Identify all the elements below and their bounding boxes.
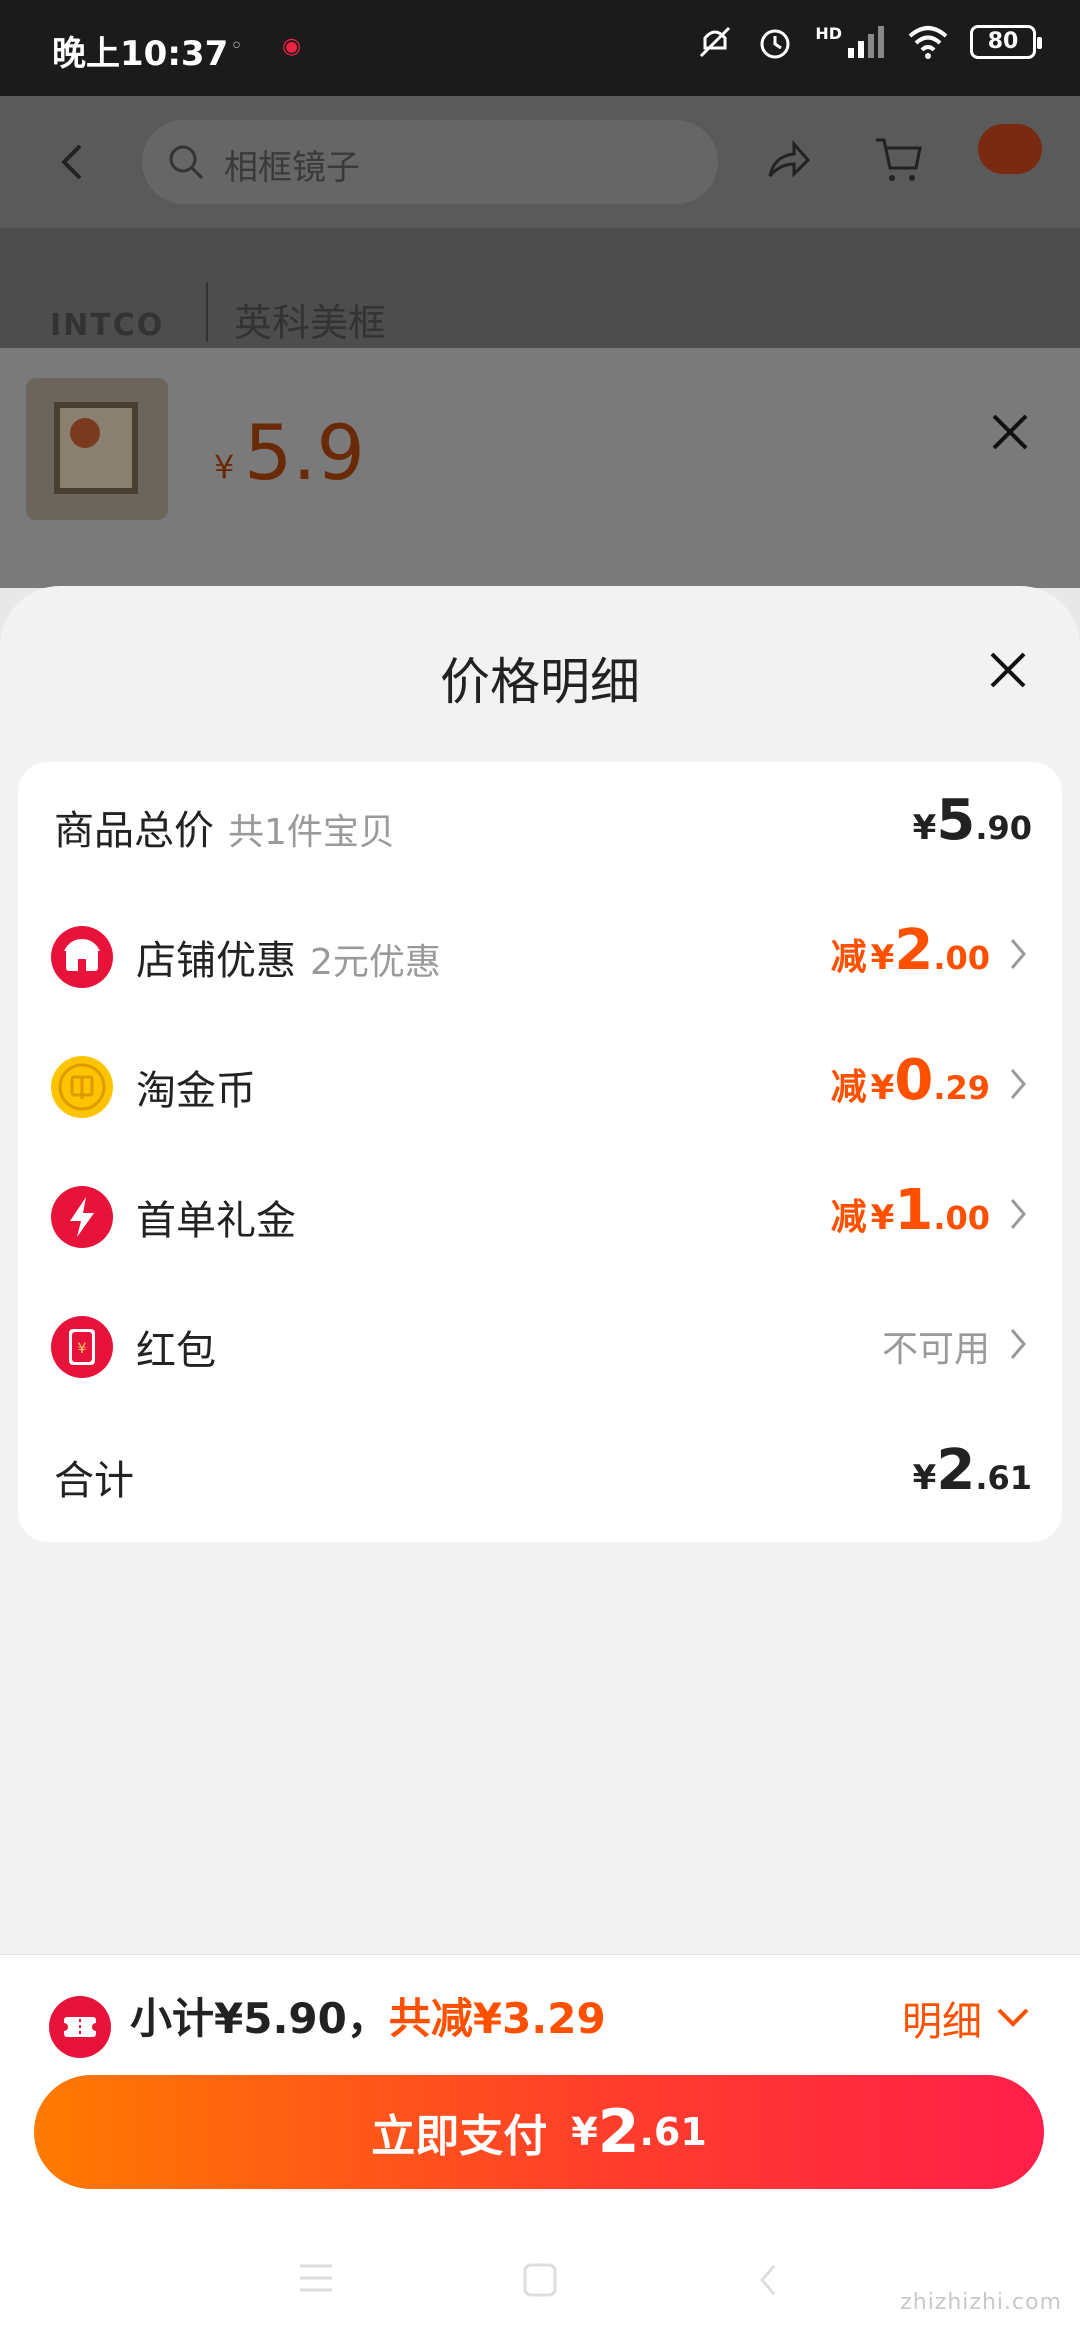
status-time: 晚上10:37 (52, 34, 229, 74)
row-sub: 共1件宝贝 (228, 812, 395, 853)
back-arrow-icon[interactable] (56, 140, 92, 184)
row-coin-discount[interactable]: 淘金币 减 ¥ 0 .29 (18, 1022, 1062, 1152)
discount-label: 共减¥3.29 (388, 1994, 606, 2043)
system-nav-bar (0, 2218, 1080, 2340)
currency-symbol: ¥ (870, 1198, 895, 1238)
detail-label: 明细 (902, 1999, 982, 2045)
pay-currency: ¥ (571, 2110, 598, 2154)
share-icon[interactable] (764, 136, 812, 184)
coin-icon (51, 1056, 113, 1118)
alarm-icon (760, 29, 790, 59)
frame-art (70, 418, 100, 448)
row-value: 减 ¥ 0 .29 (831, 1048, 990, 1113)
mute-icon (700, 26, 731, 58)
close-icon[interactable] (988, 650, 1028, 690)
frame-image (54, 402, 138, 494)
value-decimal: .00 (933, 939, 990, 977)
minus-label: 减 (830, 1197, 867, 1238)
chevron-down-icon (997, 2008, 1029, 2027)
battery-indicator: 80 (970, 25, 1042, 59)
product-thumbnail (26, 378, 168, 520)
row-value: ¥ 5 .90 (913, 788, 1032, 853)
row-first-order-gift[interactable]: 首单礼金 减 ¥ 1 .00 (18, 1152, 1062, 1282)
price-detail-card: 商品总价 共1件宝贝 ¥ 5 .90 店铺优惠 2元优惠 减 ¥ 2 .00 淘金币 (18, 762, 1062, 1542)
brand-name: 英科美框 (234, 301, 387, 345)
status-bar: 晚上10:37 ◦ ◉ HD 80 (0, 0, 1080, 96)
brand-banner: INTCO 英科美框 (0, 228, 1080, 348)
row-label: 店铺优惠 2元优惠 (136, 938, 441, 984)
svg-text:¥: ¥ (78, 1341, 87, 1357)
store-icon (51, 926, 113, 988)
minus-label: 减 (830, 1067, 867, 1108)
hd-label: HD (815, 23, 842, 43)
value-integer: 2 (894, 918, 934, 983)
search-input[interactable]: 相框镜子 (142, 120, 718, 204)
subtotal-text: 小计¥5.90，共减¥3.29 (130, 1985, 606, 2046)
detail-toggle[interactable]: 明细 (902, 1989, 1030, 2047)
row-store-discount[interactable]: 店铺优惠 2元优惠 减 ¥ 2 .00 (18, 892, 1062, 1022)
chevron-right-icon (1010, 1069, 1026, 1099)
back-icon[interactable] (756, 2262, 780, 2298)
row-total-price: 商品总价 共1件宝贝 ¥ 5 .90 (18, 762, 1062, 892)
value-decimal: .90 (975, 809, 1032, 847)
sheet-title: 价格明细 (440, 653, 640, 711)
unavailable-label: 不可用 (881, 1329, 990, 1370)
search-placeholder: 相框镜子 (224, 148, 360, 188)
pay-decimal: .61 (639, 2110, 707, 2154)
product-price: 5.9 (244, 408, 365, 497)
row-value: 减 ¥ 1 .00 (831, 1178, 990, 1243)
row-label: 淘金币 (136, 1068, 256, 1114)
notification-dot-icon: ◦ (230, 34, 243, 59)
row-value: 减 ¥ 2 .00 (831, 918, 990, 983)
pay-integer: 2 (597, 2097, 640, 2167)
row-label: 商品总价 共1件宝贝 (54, 808, 395, 854)
product-top-nav: 相框镜子 (0, 96, 1080, 228)
close-icon[interactable] (990, 412, 1030, 452)
message-icon[interactable] (978, 124, 1042, 174)
brand-divider (206, 282, 208, 342)
value-decimal: .00 (933, 1199, 990, 1237)
search-icon (169, 145, 204, 180)
minus-label: 减 (830, 937, 867, 978)
row-label: 首单礼金 (136, 1198, 296, 1244)
wifi-icon (908, 26, 948, 59)
signal-icon (848, 26, 884, 58)
pay-label: 立即支付 (371, 2111, 548, 2162)
watermark: zhizhizhi.com (900, 2290, 1062, 2315)
currency-symbol: ¥ (870, 938, 895, 978)
brand-logo: INTCO (50, 308, 165, 343)
currency-symbol: ¥ (912, 1458, 937, 1498)
value-integer: 5 (936, 788, 976, 853)
row-grand-total: 合计 ¥ 2 .61 (18, 1412, 1062, 1542)
chevron-right-icon (1010, 1329, 1026, 1359)
product-currency: ¥ (214, 448, 235, 486)
row-label: 合计 (54, 1458, 134, 1504)
row-label: 红包 (136, 1328, 216, 1374)
home-icon[interactable] (522, 2262, 558, 2298)
red-packet-icon: ¥ (51, 1316, 113, 1378)
lightning-icon (51, 1186, 113, 1248)
chevron-right-icon (1010, 939, 1026, 969)
value-decimal: .29 (933, 1069, 990, 1107)
value-integer: 1 (894, 1178, 934, 1243)
value-decimal: .61 (975, 1459, 1032, 1497)
row-sub: 2元优惠 (310, 942, 441, 983)
chevron-right-icon (1010, 1199, 1026, 1229)
coupon-icon (49, 1996, 111, 2058)
pay-now-button[interactable]: 立即支付 ¥ 2 .61 (34, 2075, 1044, 2189)
subtotal-label: 小计¥5.90， (130, 1994, 389, 2043)
cart-icon[interactable] (874, 136, 924, 184)
app-notification-icon: ◉ (282, 34, 302, 59)
menu-icon[interactable] (298, 2262, 334, 2294)
value-integer: 0 (894, 1048, 934, 1113)
currency-symbol: ¥ (912, 808, 937, 848)
row-red-packet[interactable]: ¥ 红包 不可用 (18, 1282, 1062, 1412)
row-value: ¥ 2 .61 (913, 1438, 1032, 1503)
row-value: 不可用 (882, 1320, 990, 1372)
status-icons: HD 80 (695, 22, 1042, 62)
product-summary: ¥ 5.9 (0, 348, 1080, 588)
currency-symbol: ¥ (870, 1068, 895, 1108)
value-integer: 2 (936, 1438, 976, 1503)
